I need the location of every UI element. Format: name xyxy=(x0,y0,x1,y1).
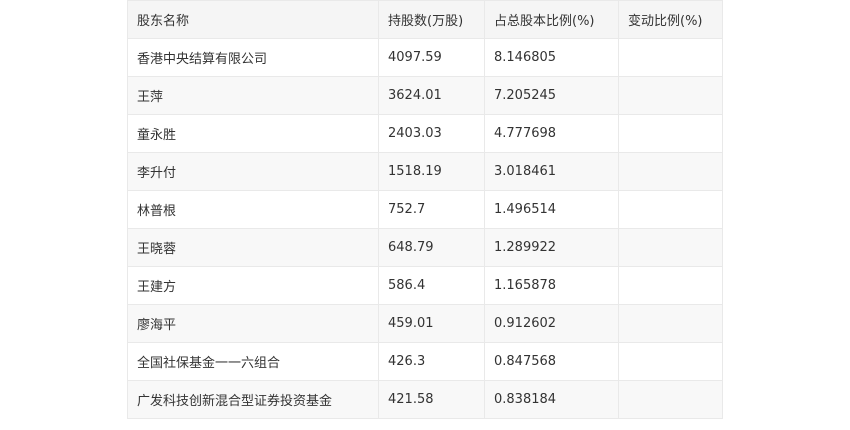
table-row: 王萍 3624.01 7.205245 xyxy=(127,76,723,115)
cell-change xyxy=(618,342,723,381)
table-row: 林普根 752.7 1.496514 xyxy=(127,190,723,229)
cell-ratio: 1.165878 xyxy=(484,266,619,305)
cell-ratio: 0.847568 xyxy=(484,342,619,381)
header-change: 变动比例(%) xyxy=(618,0,723,39)
table-row: 全国社保基金一一六组合 426.3 0.847568 xyxy=(127,342,723,381)
cell-ratio: 1.289922 xyxy=(484,228,619,267)
cell-shares: 2403.03 xyxy=(378,114,485,153)
cell-name: 童永胜 xyxy=(127,114,379,153)
table-row: 李升付 1518.19 3.018461 xyxy=(127,152,723,191)
cell-ratio: 0.912602 xyxy=(484,304,619,343)
cell-change xyxy=(618,152,723,191)
table-body: 香港中央结算有限公司 4097.59 8.146805 王萍 3624.01 7… xyxy=(127,38,723,419)
cell-change xyxy=(618,228,723,267)
table-row: 王晓蓉 648.79 1.289922 xyxy=(127,228,723,267)
cell-name: 香港中央结算有限公司 xyxy=(127,38,379,77)
shareholder-table: 股东名称 持股数(万股) 占总股本比例(%) 变动比例(%) 香港中央结算有限公… xyxy=(127,0,723,419)
cell-shares: 459.01 xyxy=(378,304,485,343)
cell-shares: 421.58 xyxy=(378,380,485,419)
table-row: 童永胜 2403.03 4.777698 xyxy=(127,114,723,153)
cell-name: 王萍 xyxy=(127,76,379,115)
table-row: 廖海平 459.01 0.912602 xyxy=(127,304,723,343)
cell-change xyxy=(618,266,723,305)
header-shareholder-name: 股东名称 xyxy=(127,0,379,39)
shareholder-table-container: 股东名称 持股数(万股) 占总股本比例(%) 变动比例(%) 香港中央结算有限公… xyxy=(127,0,723,419)
cell-change xyxy=(618,380,723,419)
cell-change xyxy=(618,38,723,77)
header-row: 股东名称 持股数(万股) 占总股本比例(%) 变动比例(%) xyxy=(127,0,723,39)
cell-ratio: 8.146805 xyxy=(484,38,619,77)
cell-name: 王建方 xyxy=(127,266,379,305)
cell-name: 李升付 xyxy=(127,152,379,191)
cell-shares: 4097.59 xyxy=(378,38,485,77)
table-header: 股东名称 持股数(万股) 占总股本比例(%) 变动比例(%) xyxy=(127,0,723,39)
cell-ratio: 7.205245 xyxy=(484,76,619,115)
cell-shares: 648.79 xyxy=(378,228,485,267)
cell-ratio: 1.496514 xyxy=(484,190,619,229)
cell-shares: 1518.19 xyxy=(378,152,485,191)
cell-change xyxy=(618,190,723,229)
cell-change xyxy=(618,304,723,343)
cell-name: 全国社保基金一一六组合 xyxy=(127,342,379,381)
header-ratio: 占总股本比例(%) xyxy=(484,0,619,39)
table-row: 广发科技创新混合型证券投资基金 421.58 0.838184 xyxy=(127,380,723,419)
cell-ratio: 3.018461 xyxy=(484,152,619,191)
cell-change xyxy=(618,114,723,153)
cell-shares: 426.3 xyxy=(378,342,485,381)
cell-ratio: 0.838184 xyxy=(484,380,619,419)
cell-name: 廖海平 xyxy=(127,304,379,343)
cell-shares: 586.4 xyxy=(378,266,485,305)
table-row: 香港中央结算有限公司 4097.59 8.146805 xyxy=(127,38,723,77)
table-row: 王建方 586.4 1.165878 xyxy=(127,266,723,305)
header-shares: 持股数(万股) xyxy=(378,0,485,39)
cell-name: 广发科技创新混合型证券投资基金 xyxy=(127,380,379,419)
cell-name: 王晓蓉 xyxy=(127,228,379,267)
cell-change xyxy=(618,76,723,115)
cell-shares: 3624.01 xyxy=(378,76,485,115)
cell-ratio: 4.777698 xyxy=(484,114,619,153)
cell-name: 林普根 xyxy=(127,190,379,229)
cell-shares: 752.7 xyxy=(378,190,485,229)
